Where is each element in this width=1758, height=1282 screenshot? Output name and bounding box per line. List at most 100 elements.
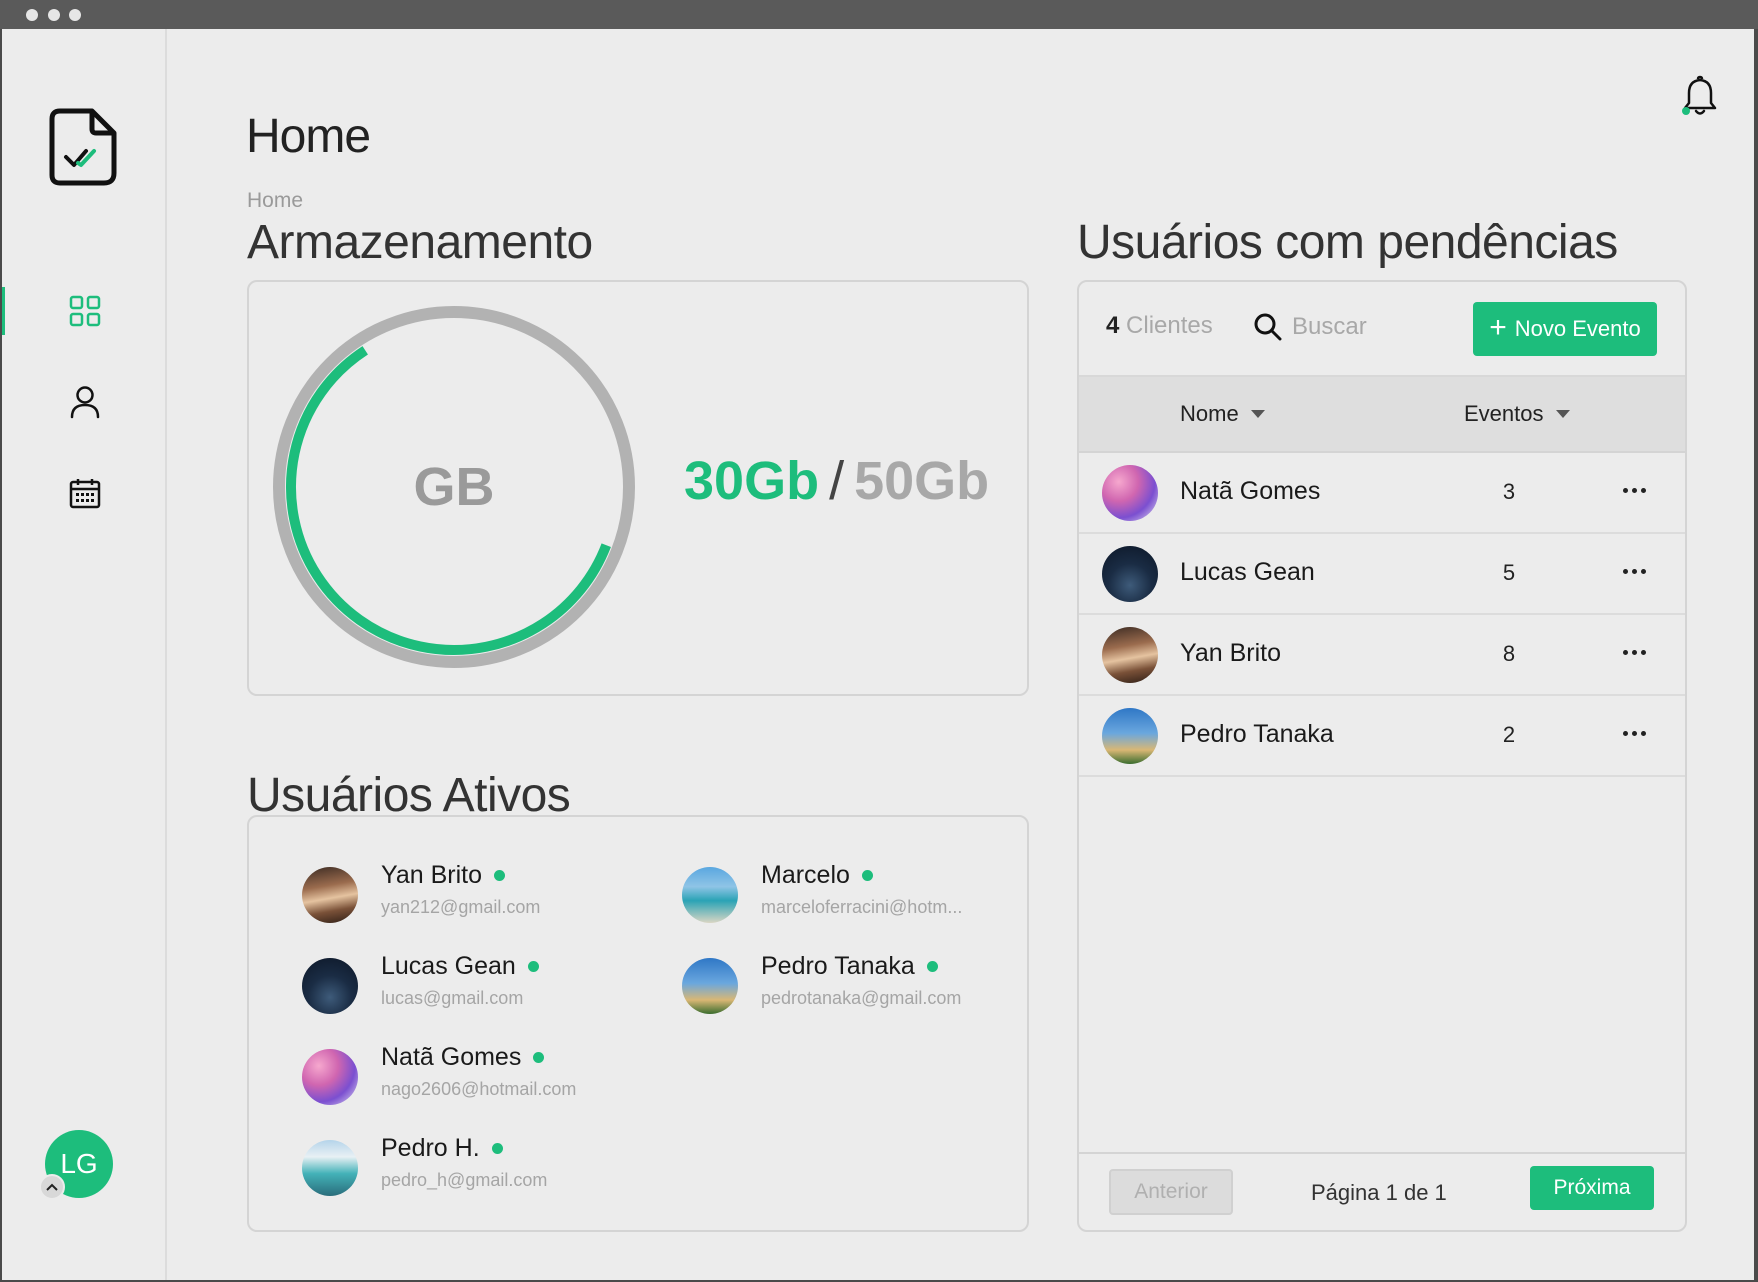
- plus-icon: +: [1489, 310, 1507, 344]
- breadcrumb-item-home[interactable]: Home: [247, 189, 303, 212]
- online-indicator: [926, 961, 938, 972]
- more-options-icon[interactable]: [1614, 556, 1654, 586]
- row-user-name: Yan Brito: [1180, 639, 1281, 667]
- pending-toolbar: 4 Clientes + Novo Evento: [1079, 282, 1685, 377]
- user-avatar-image: [1102, 546, 1158, 602]
- row-user-name: Natã Gomes: [1180, 477, 1321, 505]
- active-user-email: lucas@gmail.com: [381, 988, 524, 1008]
- active-user[interactable]: Marcelo marceloferracini@hotm...: [682, 855, 1022, 925]
- sidebar-item-dashboard[interactable]: [2, 281, 167, 341]
- active-user-email: pedro_h@gmail.com: [381, 1170, 548, 1190]
- storage-used: 30Gb: [684, 451, 820, 511]
- table-row[interactable]: Lucas Gean 5: [1079, 534, 1685, 615]
- search-icon[interactable]: [1253, 312, 1283, 342]
- user-avatar-image: [682, 867, 738, 923]
- storage-card: GB 30Gb/50Gb: [247, 280, 1029, 696]
- column-header-events-label: Eventos: [1464, 401, 1544, 426]
- page-info: Página 1 de 1: [1311, 1180, 1447, 1205]
- active-user-name: Natã Gomes: [381, 1043, 522, 1071]
- page-title: Home: [246, 110, 371, 163]
- online-indicator: [491, 1143, 503, 1154]
- pending-users-card: 4 Clientes + Novo Evento Nome Eventos: [1077, 280, 1687, 1232]
- grid-icon: [69, 295, 100, 327]
- active-user-name: Yan Brito: [381, 861, 482, 889]
- sidebar: LG: [2, 29, 167, 1280]
- sort-caret-icon: [1555, 410, 1570, 418]
- more-options-icon[interactable]: [1614, 718, 1654, 748]
- table-row[interactable]: Natã Gomes 3: [1079, 453, 1685, 534]
- profile-menu-toggle[interactable]: [39, 1174, 65, 1200]
- document-check-icon: [49, 108, 117, 186]
- notifications-button[interactable]: [1678, 75, 1718, 119]
- online-indicator: [493, 870, 505, 881]
- storage-usage: 30Gb/50Gb: [684, 450, 989, 512]
- user-avatar-image: [1102, 708, 1158, 764]
- app-logo[interactable]: [48, 107, 118, 187]
- storage-title: Armazenamento: [247, 216, 593, 269]
- row-user-name: Lucas Gean: [1180, 558, 1315, 586]
- row-event-count: 5: [1502, 560, 1516, 585]
- active-user[interactable]: Lucas Gean lucas@gmail.com: [302, 946, 642, 1016]
- bell-icon: [1682, 75, 1717, 115]
- calendar-icon: [69, 479, 100, 509]
- user-avatar-image: [302, 1140, 358, 1196]
- breadcrumb: Home: [247, 189, 303, 213]
- column-header-name[interactable]: Nome: [1180, 401, 1265, 427]
- column-header-events[interactable]: Eventos: [1464, 401, 1570, 427]
- client-count-label: Clientes: [1126, 312, 1213, 339]
- sort-caret-icon: [1250, 410, 1265, 418]
- active-user-email: nago2606@hotmail.com: [381, 1079, 577, 1099]
- previous-page-button[interactable]: Anterior: [1109, 1169, 1233, 1215]
- row-user-name: Pedro Tanaka: [1180, 720, 1334, 748]
- window-control-dot[interactable]: [69, 9, 81, 21]
- chevron-up-icon: [46, 1183, 58, 1191]
- user-avatar-image: [1102, 627, 1158, 683]
- window-titlebar: [0, 0, 1758, 29]
- active-user[interactable]: Pedro Tanaka pedrotanaka@gmail.com: [682, 946, 1022, 1016]
- active-user[interactable]: Pedro H. pedro_h@gmail.com: [302, 1128, 642, 1198]
- row-event-count: 8: [1502, 641, 1516, 666]
- active-user[interactable]: Natã Gomes nago2606@hotmail.com: [302, 1037, 642, 1107]
- row-event-count: 2: [1502, 722, 1516, 747]
- search-input[interactable]: [1292, 308, 1442, 346]
- active-user-name: Pedro H.: [381, 1134, 480, 1162]
- active-user-name: Pedro Tanaka: [761, 952, 915, 980]
- client-count-number: 4: [1106, 312, 1120, 339]
- online-indicator: [533, 1052, 545, 1063]
- table-row[interactable]: Pedro Tanaka 2: [1079, 696, 1685, 777]
- more-options-icon[interactable]: [1614, 475, 1654, 505]
- user-avatar-image: [302, 867, 358, 923]
- online-indicator: [527, 961, 539, 972]
- online-indicator: [861, 870, 873, 881]
- storage-separator: /: [829, 451, 845, 511]
- column-header-name-label: Nome: [1180, 401, 1239, 426]
- table-row[interactable]: Yan Brito 8: [1079, 615, 1685, 696]
- active-user[interactable]: Yan Brito yan212@gmail.com: [302, 855, 642, 925]
- more-options-icon[interactable]: [1614, 637, 1654, 667]
- user-avatar-image: [302, 958, 358, 1014]
- user-avatar-image: [1102, 465, 1158, 521]
- table-header: Nome Eventos: [1079, 377, 1685, 453]
- active-user-email: yan212@gmail.com: [381, 897, 541, 917]
- app-window: LG Home Home Armazenamento GB 30Gb/50Gb: [2, 29, 1754, 1280]
- window-control-dot[interactable]: [48, 9, 60, 21]
- pagination: Anterior Página 1 de 1 Próxima: [1079, 1152, 1685, 1230]
- next-page-button[interactable]: Próxima: [1530, 1166, 1654, 1210]
- active-user-email: marceloferracini@hotm...: [761, 897, 963, 917]
- sidebar-item-calendar[interactable]: [2, 463, 167, 523]
- pending-users-title: Usuários com pendências: [1077, 216, 1618, 269]
- active-users-card: Yan Brito yan212@gmail.com Marcelo marce…: [247, 815, 1029, 1232]
- new-event-label: Novo Evento: [1514, 316, 1641, 341]
- user-avatar-image: [302, 1049, 358, 1105]
- storage-gauge: GB: [273, 306, 635, 668]
- user-icon: [70, 386, 99, 419]
- sidebar-item-users[interactable]: [2, 372, 167, 432]
- new-event-button[interactable]: + Novo Evento: [1473, 302, 1657, 356]
- user-avatar-image: [682, 958, 738, 1014]
- active-user-email: pedrotanaka@gmail.com: [761, 988, 962, 1008]
- active-user-name: Marcelo: [761, 861, 850, 889]
- storage-total: 50Gb: [854, 451, 990, 511]
- window-control-dot[interactable]: [26, 9, 38, 21]
- active-user-name: Lucas Gean: [381, 952, 516, 980]
- client-count: 4 Clientes: [1106, 312, 1213, 340]
